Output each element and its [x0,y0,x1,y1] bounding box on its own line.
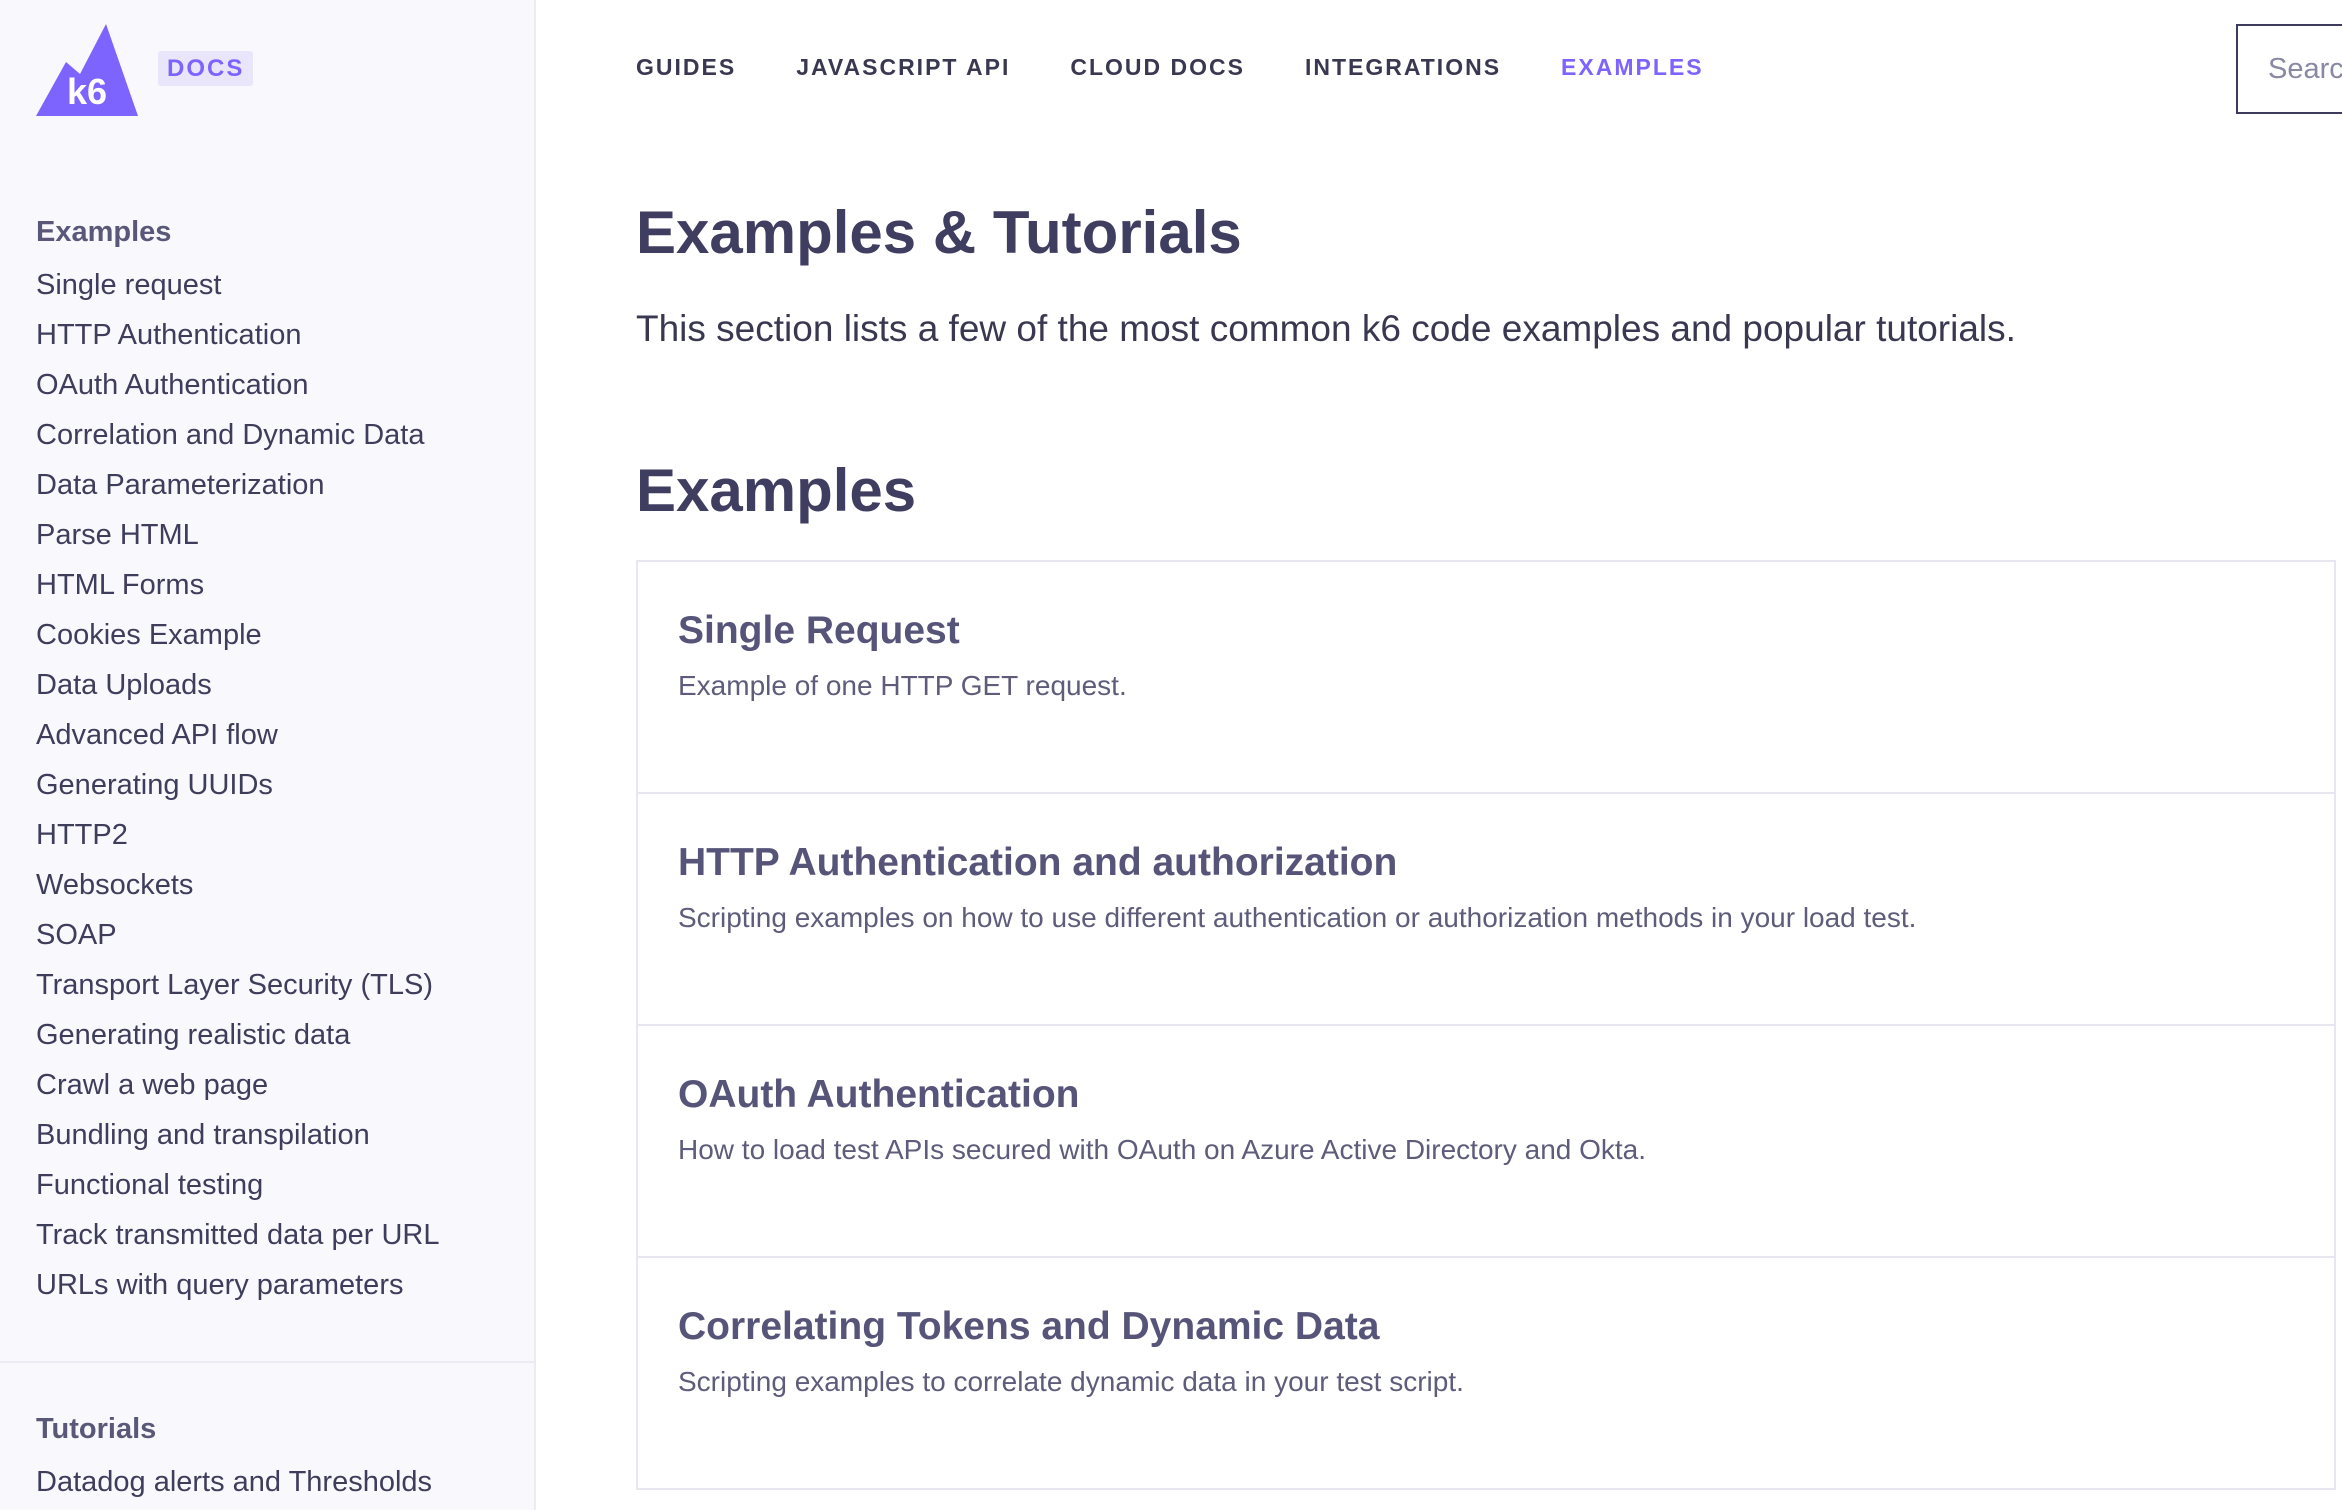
sidebar-item-crawl-a-web-page[interactable]: Crawl a web page [36,1060,439,1110]
sidebar-item-track-transmitted-data-per-url[interactable]: Track transmitted data per URL [36,1210,439,1260]
sidebar: k6 DOCS Examples Single request HTTP Auth… [0,0,536,1510]
card-description: Scripting examples to correlate dynamic … [678,1366,1464,1397]
sidebar-item-html-forms[interactable]: HTML Forms [36,560,439,610]
sidebar-item-websockets[interactable]: Websockets [36,860,439,910]
examples-nav-list: Single request HTTP Authentication OAuth A… [36,260,439,1310]
example-card[interactable]: OAuth Authentication How to load test API… [636,1026,2336,1258]
sidebar-item-generating-uuids[interactable]: Generating UUIDs [36,760,439,810]
sidebar-item-http-authentication[interactable]: HTTP Authentication [36,310,439,360]
logo-text: k6 [67,71,107,112]
card-title[interactable]: Correlating Tokens and Dynamic Data [678,1304,2334,1350]
page-description: This section lists a few of the most com… [636,308,2016,349]
card-title[interactable]: OAuth Authentication [678,1072,2334,1118]
nav-examples[interactable]: EXAMPLES [1561,54,1704,81]
sidebar-item-correlation-and-dynamic-data[interactable]: Correlation and Dynamic Data [36,410,439,460]
examples-nav-section: Examples Single request HTTP Authenticati… [36,204,439,1310]
tutorials-nav-section: Tutorials Datadog alerts and Thresholds [36,1401,432,1507]
card-description: Scripting examples on how to use differe… [678,902,1917,933]
sidebar-item-oauth-authentication[interactable]: OAuth Authentication [36,360,439,410]
nav-guides[interactable]: GUIDES [636,54,736,81]
sidebar-item-cookies-example[interactable]: Cookies Example [36,610,439,660]
sidebar-item-soap[interactable]: SOAP [36,910,439,960]
sidebar-divider [0,1361,534,1363]
card-description: How to load test APIs secured with OAuth… [678,1134,1647,1165]
sidebar-item-data-parameterization[interactable]: Data Parameterization [36,460,439,510]
sidebar-item-single-request[interactable]: Single request [36,260,439,310]
example-cards: Single Request Example of one HTTP GET re… [636,560,2336,1490]
card-description: Example of one HTTP GET request. [678,670,1127,701]
nav-cloud-docs[interactable]: CLOUD DOCS [1070,54,1245,81]
tutorials-nav-list: Datadog alerts and Thresholds [36,1457,432,1507]
sidebar-item-transport-layer-security-tls[interactable]: Transport Layer Security (TLS) [36,960,439,1010]
nav-javascript-api[interactable]: JAVASCRIPT API [796,54,1010,81]
tutorials-heading: Tutorials [36,1413,157,1445]
sidebar-item-http2[interactable]: HTTP2 [36,810,439,860]
sidebar-item-urls-with-query-parameters[interactable]: URLs with query parameters [36,1260,439,1310]
examples-section-title: Examples [636,457,917,524]
brand[interactable]: k6 DOCS [36,24,254,116]
example-card[interactable]: Correlating Tokens and Dynamic Data Scrip… [636,1258,2336,1490]
sidebar-item-bundling-and-transpilation[interactable]: Bundling and transpilation [36,1110,439,1160]
example-card[interactable]: HTTP Authentication and authorization Scr… [636,794,2336,1026]
sidebar-item-advanced-api-flow[interactable]: Advanced API flow [36,710,439,760]
examples-heading: Examples [36,216,172,248]
docs-badge: DOCS [158,50,254,86]
example-card[interactable]: Single Request Example of one HTTP GET re… [636,562,2336,794]
page-title: Examples & Tutorials [636,199,1242,266]
card-title[interactable]: HTTP Authentication and authorization [678,840,2334,886]
sidebar-item-datadog-alerts-and-thresholds[interactable]: Datadog alerts and Thresholds [36,1457,432,1507]
sidebar-item-functional-testing[interactable]: Functional testing [36,1160,439,1210]
sidebar-item-parse-html[interactable]: Parse HTML [36,510,439,560]
search-input[interactable]: Search [2236,24,2342,114]
top-nav: GUIDES JAVASCRIPT API CLOUD DOCS INTEGRATIO… [636,54,1764,81]
sidebar-item-generating-realistic-data[interactable]: Generating realistic data [36,1010,439,1060]
card-title[interactable]: Single Request [678,608,2334,654]
k6-logo-icon[interactable]: k6 [36,24,138,116]
nav-integrations[interactable]: INTEGRATIONS [1305,54,1501,81]
sidebar-item-data-uploads[interactable]: Data Uploads [36,660,439,710]
